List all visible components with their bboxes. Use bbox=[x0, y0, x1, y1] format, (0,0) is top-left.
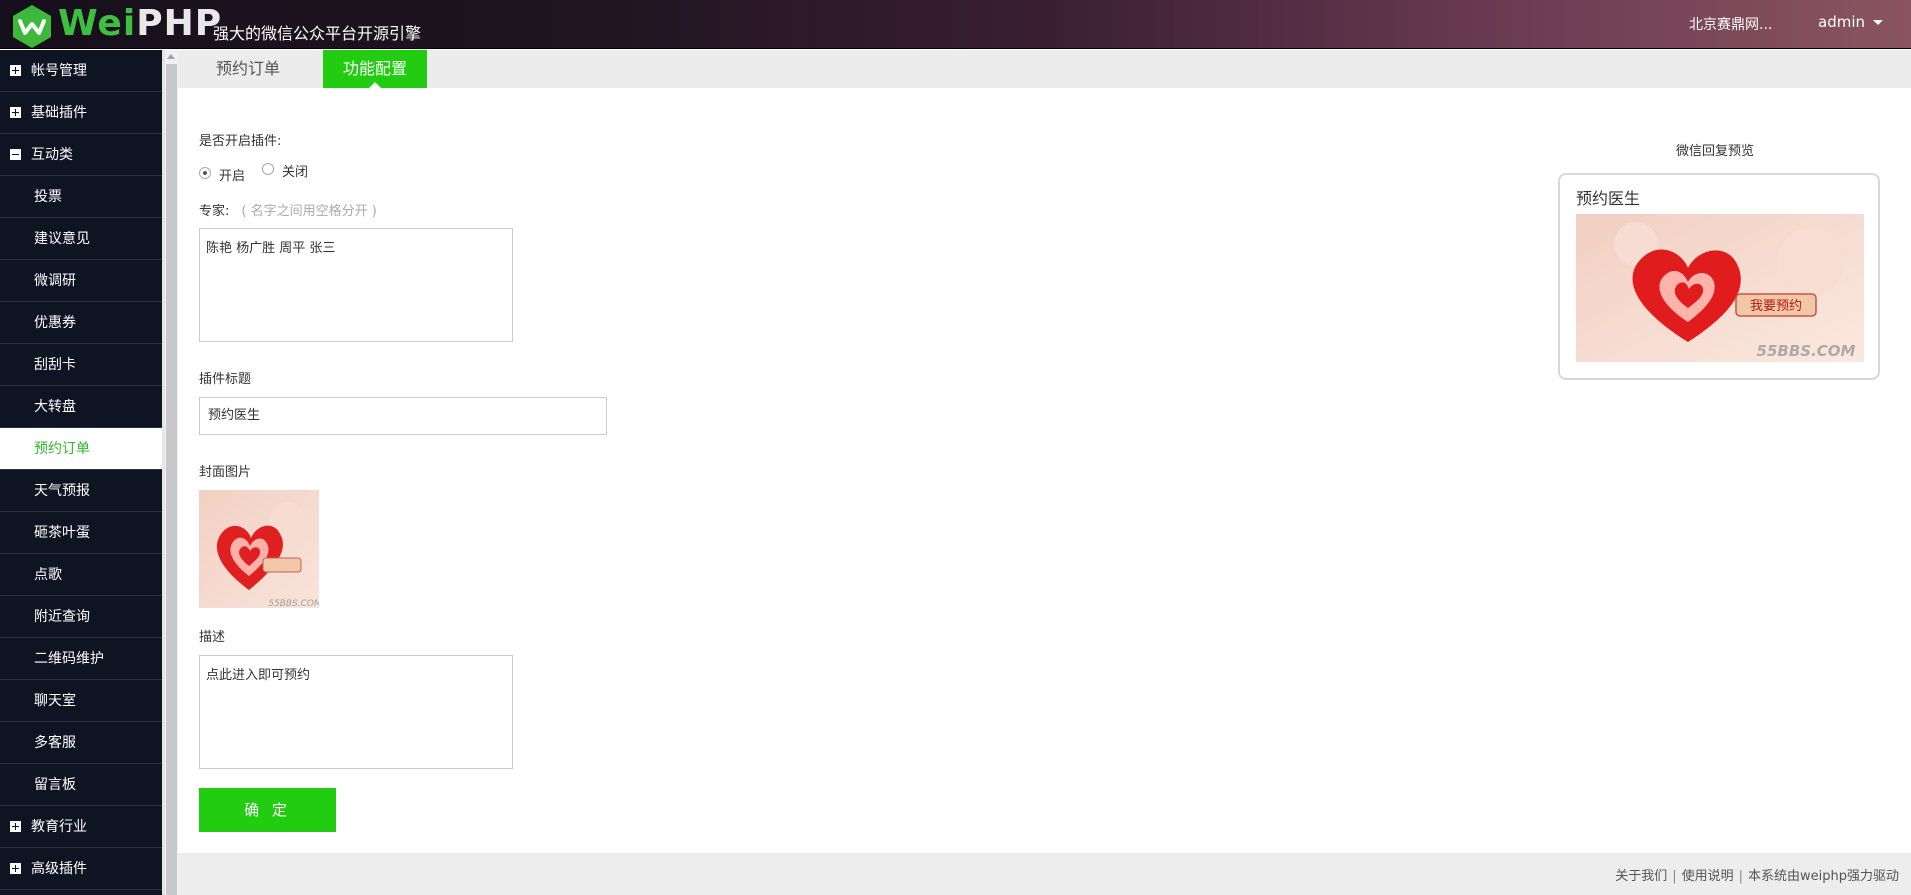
sidebar-item[interactable]: 互动类 bbox=[0, 134, 162, 176]
footer-usage-link[interactable]: 使用说明 bbox=[1682, 869, 1734, 884]
sidebar-item-label: 二维码维护 bbox=[34, 651, 104, 667]
sidebar-item-label: 多客服 bbox=[34, 735, 76, 751]
sidebar-item[interactable]: 帐号管理 bbox=[0, 50, 162, 92]
logo-php: PHP bbox=[136, 3, 223, 44]
svg-text:55BBS.COM: 55BBS.COM bbox=[268, 599, 319, 608]
sidebar-item-label: 砸茶叶蛋 bbox=[34, 525, 90, 541]
sidebar-item[interactable]: 建议意见 bbox=[0, 218, 162, 260]
sidebar-item[interactable]: 聊天室 bbox=[0, 680, 162, 722]
scroll-thumb[interactable] bbox=[166, 64, 177, 895]
sidebar-item-label: 教育行业 bbox=[31, 819, 87, 835]
user-menu[interactable]: admin bbox=[1818, 13, 1883, 31]
preview-image-watermark: 55BBS.COM bbox=[1757, 342, 1856, 360]
user-name: admin bbox=[1818, 13, 1865, 31]
expert-label: 专家: bbox=[199, 204, 230, 219]
preview-image: 我要预约 55BBS.COM bbox=[1576, 214, 1864, 362]
footer-powered-text: 本系统由weiphp强力驱动 bbox=[1748, 869, 1899, 884]
footer: 关于我们 | 使用说明 | 本系统由weiphp强力驱动 bbox=[178, 853, 1911, 895]
sidebar-item-label: 刮刮卡 bbox=[34, 357, 76, 373]
slogan: 强大的微信公众平台开源引擎 bbox=[213, 24, 422, 43]
tab-config[interactable]: 功能配置 bbox=[323, 50, 427, 88]
sidebar-item[interactable]: 投票 bbox=[0, 176, 162, 218]
sidebar-item[interactable]: 砸茶叶蛋 bbox=[0, 512, 162, 554]
sidebar-item-label: 高级插件 bbox=[31, 861, 87, 877]
sidebar-item-label: 大转盘 bbox=[34, 399, 76, 415]
sidebar-item-label: 点歌 bbox=[34, 567, 62, 583]
sidebar-item[interactable]: 大转盘 bbox=[0, 386, 162, 428]
radio-enable[interactable] bbox=[199, 167, 211, 179]
title-label: 插件标题 bbox=[199, 372, 252, 387]
sidebar-item[interactable]: 教育行业 bbox=[0, 806, 162, 848]
sidebar-item[interactable]: 高级插件 bbox=[0, 848, 162, 890]
sidebar-item[interactable]: 点歌 bbox=[0, 554, 162, 596]
sidebar-item-label: 聊天室 bbox=[34, 693, 76, 709]
cover-image-art: 55BBS.COM bbox=[199, 490, 319, 608]
footer-links: 关于我们 | 使用说明 | 本系统由weiphp强力驱动 bbox=[1615, 865, 1899, 884]
logo-wei: Wei bbox=[58, 3, 137, 44]
radio-disable[interactable] bbox=[262, 163, 274, 175]
preview-image-art: 我要预约 55BBS.COM bbox=[1576, 214, 1864, 362]
enable-label: 是否开启插件: bbox=[199, 134, 282, 149]
tab-orders[interactable]: 预约订单 bbox=[198, 50, 298, 88]
title-input[interactable]: 预约医生 bbox=[199, 397, 607, 435]
scroll-up-icon[interactable] bbox=[167, 54, 175, 59]
sidebar-item[interactable]: 天气预报 bbox=[0, 470, 162, 512]
caret-down-icon bbox=[1873, 20, 1883, 25]
sidebar-item-label: 建议意见 bbox=[34, 231, 90, 247]
sidebar-item[interactable]: 微调研 bbox=[0, 260, 162, 302]
sidebar-item-label: 微调研 bbox=[34, 273, 76, 289]
sidebar-item[interactable]: 附近查询 bbox=[0, 596, 162, 638]
minus-square-icon[interactable] bbox=[10, 149, 21, 160]
footer-separator: | bbox=[1738, 869, 1743, 884]
sidebar-item-label: 帐号管理 bbox=[31, 63, 87, 79]
account-name[interactable]: 北京赛鼎网... bbox=[1689, 14, 1772, 34]
radio-disable-label[interactable]: 关闭 bbox=[282, 161, 308, 180]
sidebar-item[interactable]: 预约订单 bbox=[0, 428, 162, 470]
footer-separator: | bbox=[1672, 869, 1677, 884]
sidebar-item-label: 优惠券 bbox=[34, 315, 76, 331]
sidebar-item[interactable]: 刮刮卡 bbox=[0, 344, 162, 386]
cover-label: 封面图片 bbox=[199, 465, 252, 480]
cover-image[interactable]: 55BBS.COM bbox=[199, 490, 319, 608]
sidebar-item-label: 附近查询 bbox=[34, 609, 90, 625]
sidebar-item[interactable]: 多客服 bbox=[0, 722, 162, 764]
preview-card: 预约医生 我要预约 55BBS.COM bbox=[1558, 173, 1880, 380]
sidebar-item-label: 留言板 bbox=[34, 777, 76, 793]
top-header: WeiPHP 强大的微信公众平台开源引擎 北京赛鼎网... admin bbox=[0, 0, 1911, 49]
scrollbar[interactable] bbox=[165, 50, 178, 895]
sidebar: 帐号管理基础插件互动类投票建议意见微调研优惠券刮刮卡大转盘预约订单天气预报砸茶叶… bbox=[0, 50, 162, 895]
tab-bar: 预约订单 功能配置 bbox=[178, 50, 1911, 88]
preview-image-button-text: 我要预约 bbox=[1750, 299, 1802, 314]
plus-square-icon[interactable] bbox=[10, 107, 21, 118]
sidebar-item-label: 投票 bbox=[34, 189, 62, 205]
desc-textarea[interactable]: 点此进入即可预约 bbox=[199, 655, 513, 769]
sidebar-item[interactable]: 留言板 bbox=[0, 764, 162, 806]
logo-text: WeiPHP bbox=[58, 2, 222, 46]
expert-label-row: 专家: ( 名字之间用空格分开 ) bbox=[199, 200, 377, 219]
plus-square-icon[interactable] bbox=[10, 863, 21, 874]
preview-heading: 微信回复预览 bbox=[1676, 144, 1755, 159]
submit-button[interactable]: 确 定 bbox=[199, 788, 336, 832]
sidebar-item[interactable]: 基础插件 bbox=[0, 92, 162, 134]
radio-enable-label[interactable]: 开启 bbox=[219, 165, 245, 184]
sidebar-item-label: 预约订单 bbox=[34, 441, 90, 457]
expert-hint: ( 名字之间用空格分开 ) bbox=[241, 204, 377, 219]
desc-label: 描述 bbox=[199, 630, 226, 645]
logo-icon bbox=[13, 5, 51, 48]
preview-card-title: 预约医生 bbox=[1576, 189, 1641, 208]
plus-square-icon[interactable] bbox=[10, 65, 21, 76]
sidebar-item-label: 互动类 bbox=[31, 147, 73, 163]
footer-about-link[interactable]: 关于我们 bbox=[1615, 869, 1667, 884]
plus-square-icon[interactable] bbox=[10, 821, 21, 832]
sidebar-item[interactable]: 二维码维护 bbox=[0, 638, 162, 680]
sidebar-item-label: 基础插件 bbox=[31, 105, 87, 121]
sidebar-item[interactable]: 优惠券 bbox=[0, 302, 162, 344]
sidebar-item-label: 天气预报 bbox=[34, 483, 90, 499]
expert-textarea[interactable]: 陈艳 杨广胜 周平 张三 bbox=[199, 228, 513, 342]
